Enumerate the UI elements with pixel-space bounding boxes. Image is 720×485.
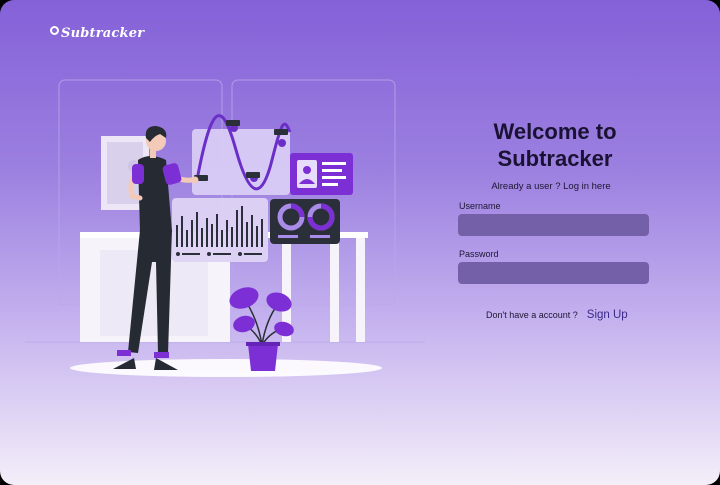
signup-link[interactable]: Sign Up — [587, 309, 628, 321]
welcome-line-1: Welcome to — [493, 119, 617, 144]
username-input[interactable] — [458, 214, 649, 236]
signup-row: Don't have a account ? Sign Up — [486, 309, 628, 321]
login-prompt[interactable]: Already a user ? Log in here — [440, 181, 662, 192]
app-window: Subtracker Welcome to Subtracker Already… — [0, 0, 720, 485]
signup-question: Don't have a account ? — [486, 310, 578, 320]
password-input[interactable] — [458, 262, 649, 284]
plant-illustration — [229, 287, 294, 371]
welcome-heading: Welcome to Subtracker — [440, 118, 670, 172]
login-prompt-text[interactable]: Already a user ? Log in here — [491, 181, 610, 192]
dashboard-illustration — [25, 79, 425, 377]
username-label: Username — [459, 201, 501, 211]
welcome-line-2: Subtracker — [497, 146, 613, 171]
password-label: Password — [459, 249, 499, 259]
